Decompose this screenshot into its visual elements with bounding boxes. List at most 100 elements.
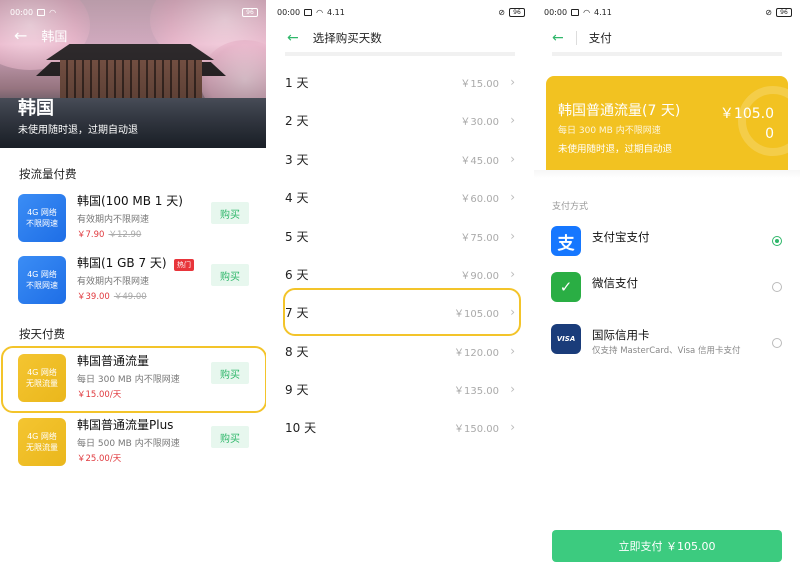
chevron-right-icon: › [510,420,515,434]
mute-icon: ⊘ [498,7,505,17]
day-option-row[interactable]: 3 天 ￥45.00 › [267,140,533,178]
chevron-right-icon: › [510,344,515,358]
product-tile: 4G 网络 不限网速 [18,256,66,304]
day-price: ￥60.00 [460,193,499,205]
day-label: 5 天 [285,229,309,244]
top-nav: ← 支付 [534,24,800,52]
summary-shadow [534,170,800,178]
back-arrow-icon[interactable]: ← [287,30,299,46]
status-time: 00:00 [277,7,301,17]
wifi-icon: ◠ [316,7,324,17]
day-option-row[interactable]: 4 天 ￥60.00 › [267,178,533,216]
payment-option-sub: 仅支持 MasterCard、Visa 信用卡支付 [592,346,741,356]
status-time: 00:00 [10,7,34,17]
screen-select-days: 00:00 ◠ 4.11 ⊘ 96 ← 选择购买天数 1 天 ￥15.00 › … [267,0,533,576]
product-name: 韩国普通流量Plus [77,418,174,432]
day-label: 2 天 [285,113,309,128]
product-tile: 4G 网络 不限网速 [18,194,66,242]
tile-bottom-text: 不限网速 [26,219,58,228]
day-price: ￥15.00 [460,78,499,90]
product-name: 韩国(100 MB 1 天) [77,194,183,208]
radio-unselected[interactable] [772,338,782,348]
network-speed: 4.11 [594,7,612,17]
tile-top-text: 4G 网络 [27,208,57,217]
hero-subtitle: 未使用随时退，过期自动退 [18,125,138,136]
back-arrow-icon[interactable]: ← [14,27,27,44]
payment-option-label: 微信支付 [592,276,638,290]
day-price: ￥150.00 [454,423,499,435]
day-price: ￥120.00 [454,347,499,359]
day-label: 8 天 [285,344,309,359]
chevron-right-icon: › [510,152,515,166]
day-option-row[interactable]: 10 天 ￥150.00 › [267,408,533,446]
network-speed: 4.11 [327,7,345,17]
summary-amount: ￥105.00 [719,106,774,142]
price-original: ￥49.00 [113,292,147,302]
product-desc: 每日 500 MB 内不限网速 [77,439,180,449]
day-label: 6 天 [285,267,309,282]
screen-payment: 00:00 ◠ 4.11 ⊘ 96 ← 支付 韩国普通流量(7 天) 每日 30… [534,0,800,576]
tile-top-text: 4G 网络 [27,270,57,279]
status-bar: 00:00 ◠ 96 [0,0,266,24]
highlight-outline [283,288,521,336]
payment-option-credit-card[interactable]: VISA 国际信用卡 仅支持 MasterCard、Visa 信用卡支付 [534,320,800,368]
battery-icon: 96 [509,7,525,17]
product-price: ￥39.00 ￥49.00 [77,290,147,302]
day-label: 10 天 [285,420,317,435]
summary-note: 未使用随时退，过期自动退 [558,144,673,155]
wifi-icon: ◠ [583,7,591,17]
chevron-right-icon: › [510,75,515,89]
section-title-by-flow: 按流量付费 [19,167,77,181]
payment-option-wechat[interactable]: ✓ 微信支付 [534,268,800,308]
product-card[interactable]: 4G 网络 不限网速 韩国(100 MB 1 天) 有效期内不限网速 ￥7.90… [0,190,266,250]
divider [285,52,515,56]
day-label: 9 天 [285,382,309,397]
camera-icon [37,8,46,16]
order-summary-card: 韩国普通流量(7 天) 每日 300 MB 内不限网速 未使用随时退，过期自动退… [546,76,788,170]
status-bar: 00:00 ◠ 4.11 ⊘ 96 [534,0,800,24]
buy-button[interactable]: 购买 [211,202,249,224]
payment-option-label: 支付宝支付 [592,230,650,244]
day-option-row[interactable]: 1 天 ￥15.00 › [267,63,533,101]
wifi-icon: ◠ [49,7,57,17]
tile-top-text: 4G 网络 [27,432,57,441]
nav-divider [575,31,577,45]
day-label: 3 天 [285,152,309,167]
hero-title: 韩国 [18,98,54,119]
tile-bottom-text: 不限网速 [26,281,58,290]
day-option-row[interactable]: 9 天 ￥135.00 › [267,370,533,408]
status-time: 00:00 [544,7,568,17]
buy-button[interactable]: 购买 [211,426,249,448]
buy-button[interactable]: 购买 [211,264,249,286]
product-card[interactable]: 4G 网络 无限流量 韩国普通流量Plus 每日 500 MB 内不限网速 ￥2… [0,414,266,474]
day-price: ￥45.00 [460,155,499,167]
day-option-row[interactable]: 8 天 ￥120.00 › [267,332,533,370]
divider [552,52,782,56]
day-price: ￥90.00 [460,270,499,282]
page-title: 选择购买天数 [312,31,382,45]
day-option-row[interactable]: 5 天 ￥75.00 › [267,217,533,255]
radio-unselected[interactable] [772,282,782,292]
screen-product-list: 00:00 ◠ 96 ← 韩国 韩国 未使用随时退，过期自动退 按流量付费 4G… [0,0,266,576]
pay-now-button[interactable]: 立即支付 ￥105.00 [552,530,782,562]
payment-method-label: 支付方式 [552,202,589,212]
payment-option-alipay[interactable]: 支 支付宝支付 [534,222,800,262]
back-arrow-icon[interactable]: ← [552,30,564,46]
day-label: 1 天 [285,75,309,90]
price-current: ￥7.90 [77,230,105,240]
day-option-row[interactable]: 2 天 ￥30.00 › [267,101,533,139]
day-price: ￥75.00 [460,232,499,244]
radio-selected[interactable] [772,236,782,246]
day-price: ￥135.00 [454,385,499,397]
status-bar: 00:00 ◠ 4.11 ⊘ 96 [267,0,533,24]
chevron-right-icon: › [510,382,515,396]
day-price: ￥30.00 [460,116,499,128]
nav-title: 韩国 [41,30,68,45]
product-card[interactable]: 4G 网络 不限网速 韩国(1 GB 7 天) 热门 有效期内不限网速 ￥39.… [0,252,266,312]
top-nav: ← 选择购买天数 [267,24,533,52]
price-original: ￥12.90 [108,230,142,240]
chevron-right-icon: › [510,190,515,204]
top-nav: ← 韩国 [14,26,67,45]
product-price: ￥25.00/天 [77,454,122,464]
tile-bottom-text: 无限流量 [26,443,58,452]
